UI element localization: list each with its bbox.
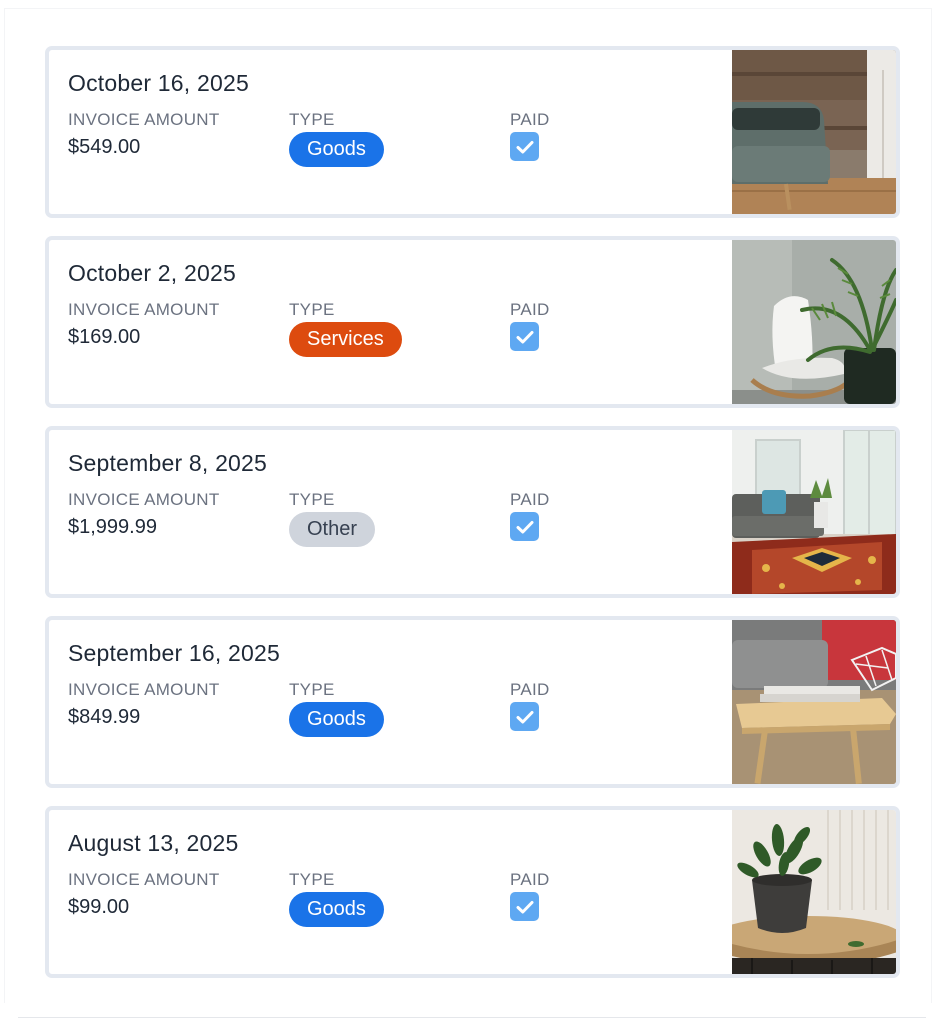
paid-checkbox[interactable] xyxy=(510,702,539,731)
invoice-card[interactable]: October 16, 2025 INVOICE AMOUNT TYPE PAI… xyxy=(45,46,900,218)
type-label: TYPE xyxy=(289,490,335,509)
invoice-list-panel: October 16, 2025 INVOICE AMOUNT TYPE PAI… xyxy=(4,8,932,1003)
invoice-amount-value: $99.00 xyxy=(68,896,130,918)
invoice-date: September 16, 2025 xyxy=(68,640,281,666)
paid-label: PAID xyxy=(510,300,550,319)
invoice-amount-label: INVOICE AMOUNT xyxy=(68,300,220,319)
invoice-amount-label: INVOICE AMOUNT xyxy=(68,110,220,129)
paid-checkbox[interactable] xyxy=(510,132,539,161)
type-label: TYPE xyxy=(289,870,335,889)
invoice-amount-label: INVOICE AMOUNT xyxy=(68,680,220,699)
invoice-date: October 2, 2025 xyxy=(68,260,236,286)
paid-checkbox[interactable] xyxy=(510,322,539,351)
page: October 16, 2025 INVOICE AMOUNT TYPE PAI… xyxy=(0,0,945,1021)
invoice-amount-value: $849.99 xyxy=(68,706,141,728)
invoice-amount-label: INVOICE AMOUNT xyxy=(68,870,220,889)
chair-plant-photo xyxy=(732,240,896,404)
paid-checkbox[interactable] xyxy=(510,512,539,541)
check-icon xyxy=(516,140,533,153)
invoice-card-body: October 16, 2025 INVOICE AMOUNT TYPE PAI… xyxy=(49,50,732,214)
invoice-card[interactable]: August 13, 2025 INVOICE AMOUNT TYPE PAID… xyxy=(45,806,900,978)
type-label: TYPE xyxy=(289,300,335,319)
invoice-date: October 16, 2025 xyxy=(68,70,249,96)
paid-label: PAID xyxy=(510,110,550,129)
invoice-date: September 8, 2025 xyxy=(68,450,268,476)
type-badge: Goods xyxy=(289,892,384,927)
type-badge: Goods xyxy=(289,702,384,737)
check-icon xyxy=(516,520,533,533)
invoice-card[interactable]: September 8, 2025 INVOICE AMOUNT TYPE PA… xyxy=(45,426,900,598)
type-badge: Other xyxy=(289,512,376,547)
paid-label: PAID xyxy=(510,680,550,699)
divider xyxy=(18,1017,926,1018)
invoice-amount-label: INVOICE AMOUNT xyxy=(68,490,220,509)
invoice-date: August 13, 2025 xyxy=(68,830,239,856)
invoice-card-body: August 13, 2025 INVOICE AMOUNT TYPE PAID… xyxy=(49,810,732,974)
invoice-amount-value: $549.00 xyxy=(68,136,141,158)
invoice-card-body: September 16, 2025 INVOICE AMOUNT TYPE P… xyxy=(49,620,732,784)
check-icon xyxy=(516,710,533,723)
invoice-card[interactable]: September 16, 2025 INVOICE AMOUNT TYPE P… xyxy=(45,616,900,788)
paid-label: PAID xyxy=(510,490,550,509)
type-badge: Services xyxy=(289,322,402,357)
check-icon xyxy=(516,900,533,913)
invoice-card[interactable]: October 2, 2025 INVOICE AMOUNT TYPE PAID… xyxy=(45,236,900,408)
paid-checkbox[interactable] xyxy=(510,892,539,921)
potted-plant-photo xyxy=(732,810,896,974)
invoice-card-body: October 2, 2025 INVOICE AMOUNT TYPE PAID… xyxy=(49,240,732,404)
paid-label: PAID xyxy=(510,870,550,889)
sofa-photo xyxy=(732,50,896,214)
type-badge: Goods xyxy=(289,132,384,167)
invoice-amount-value: $169.00 xyxy=(68,326,141,348)
coffee-table-photo xyxy=(732,620,896,784)
check-icon xyxy=(516,330,533,343)
invoice-card-body: September 8, 2025 INVOICE AMOUNT TYPE PA… xyxy=(49,430,732,594)
invoice-amount-value: $1,999.99 xyxy=(68,516,157,538)
type-label: TYPE xyxy=(289,110,335,129)
living-room-photo xyxy=(732,430,896,594)
type-label: TYPE xyxy=(289,680,335,699)
